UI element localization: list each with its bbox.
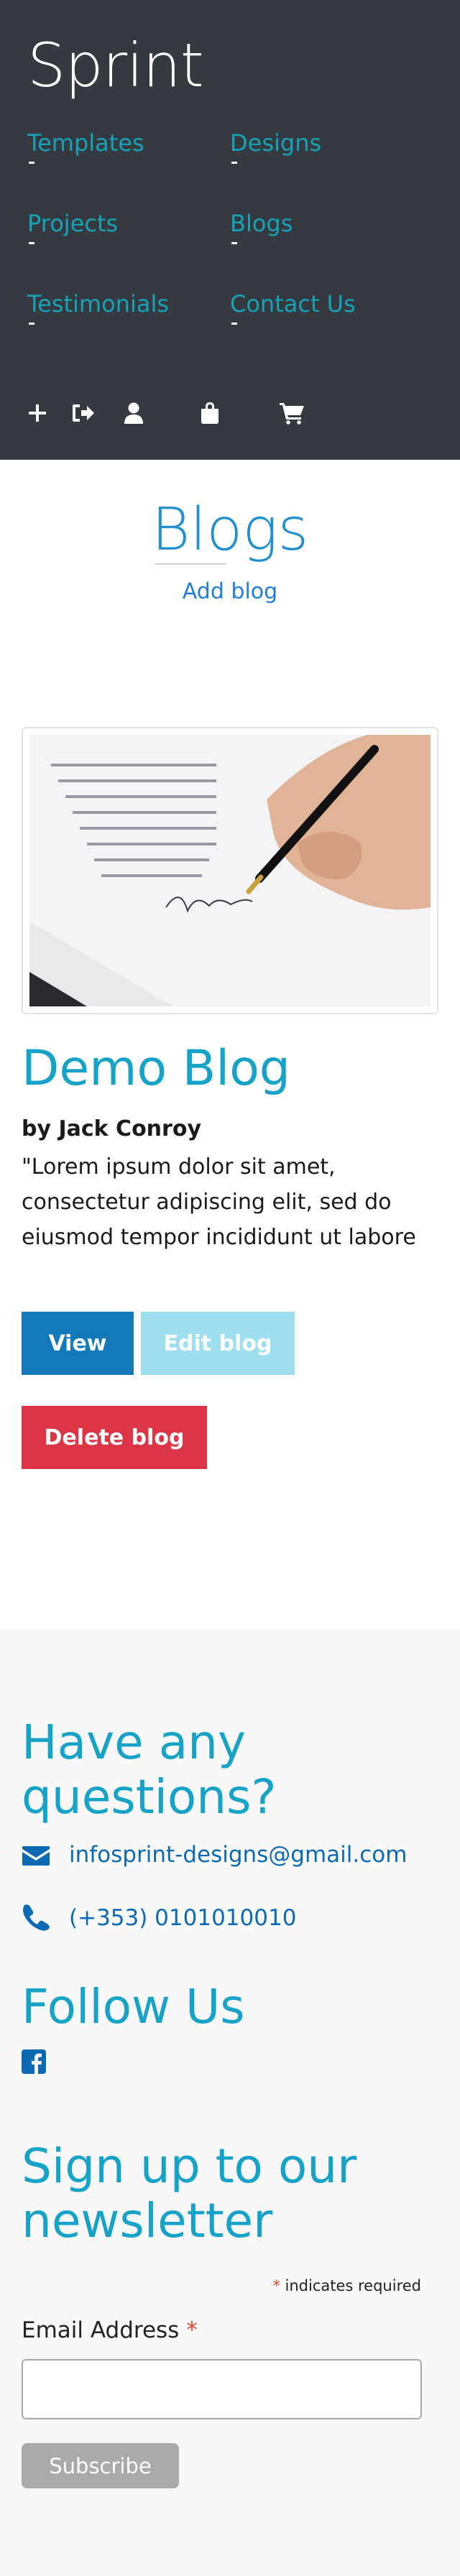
email-contact[interactable]: infosprint-designs@gmail.com bbox=[22, 1842, 407, 1868]
nav-designs[interactable]: Designs bbox=[230, 129, 321, 157]
view-button[interactable]: View bbox=[22, 1312, 134, 1375]
facebook-square-icon[interactable] bbox=[22, 2049, 46, 2074]
email-required-star: * bbox=[186, 2317, 198, 2343]
nav-divider bbox=[231, 162, 237, 164]
nav-divider bbox=[231, 323, 237, 325]
phone-icon bbox=[23, 1904, 50, 1931]
email-label: Email Address * bbox=[22, 2317, 198, 2343]
blog-title[interactable]: Demo Blog bbox=[22, 1040, 290, 1097]
nav-templates[interactable]: Templates bbox=[27, 129, 144, 157]
shopping-cart-icon[interactable] bbox=[277, 399, 306, 427]
nav-divider bbox=[29, 242, 34, 244]
required-note: * indicates required bbox=[272, 2277, 421, 2294]
nav-blogs[interactable]: Blogs bbox=[230, 210, 293, 237]
nav-divider bbox=[29, 323, 34, 325]
blog-excerpt: "Lorem ipsum dolor sit amet, consectetur… bbox=[22, 1154, 416, 1250]
title-underline bbox=[155, 563, 226, 565]
envelope-icon bbox=[22, 1846, 50, 1866]
required-text: indicates required bbox=[280, 2277, 422, 2294]
blog-author: by Jack Conroy bbox=[22, 1116, 202, 1141]
nav-divider bbox=[29, 162, 34, 164]
nav-testimonials[interactable]: Testimonials bbox=[27, 290, 169, 318]
user-icon[interactable] bbox=[121, 399, 147, 427]
shopping-bag-icon[interactable] bbox=[197, 399, 223, 427]
nav-contact-us[interactable]: Contact Us bbox=[230, 290, 356, 318]
email-address[interactable]: infosprint-designs@gmail.com bbox=[69, 1842, 407, 1868]
email-label-text: Email Address bbox=[22, 2317, 180, 2343]
phone-contact[interactable]: (+353) 0101010010 bbox=[22, 1904, 296, 1931]
sign-out-icon[interactable] bbox=[69, 399, 98, 427]
plus-icon[interactable] bbox=[26, 399, 49, 427]
nav-divider bbox=[231, 242, 237, 244]
email-input[interactable] bbox=[22, 2359, 422, 2419]
follow-heading: Follow Us bbox=[22, 1979, 245, 2034]
nav-projects[interactable]: Projects bbox=[27, 210, 118, 237]
subscribe-button[interactable]: Subscribe bbox=[22, 2443, 179, 2488]
site-header: Sprint Templates Designs Projects Blogs … bbox=[0, 0, 460, 460]
phone-number[interactable]: (+353) 0101010010 bbox=[69, 1905, 296, 1931]
newsletter-heading: Sign up to our newsletter bbox=[22, 2139, 357, 2248]
edit-blog-button[interactable]: Edit blog bbox=[141, 1312, 295, 1375]
delete-blog-button[interactable]: Delete blog bbox=[22, 1406, 207, 1469]
brand-logo[interactable]: Sprint bbox=[27, 30, 204, 101]
blog-image bbox=[22, 727, 438, 1014]
add-blog-link[interactable]: Add blog bbox=[0, 579, 460, 604]
questions-heading: Have any questions? bbox=[22, 1715, 277, 1825]
page-title: Blogs bbox=[151, 496, 309, 564]
required-star: * bbox=[272, 2277, 280, 2294]
